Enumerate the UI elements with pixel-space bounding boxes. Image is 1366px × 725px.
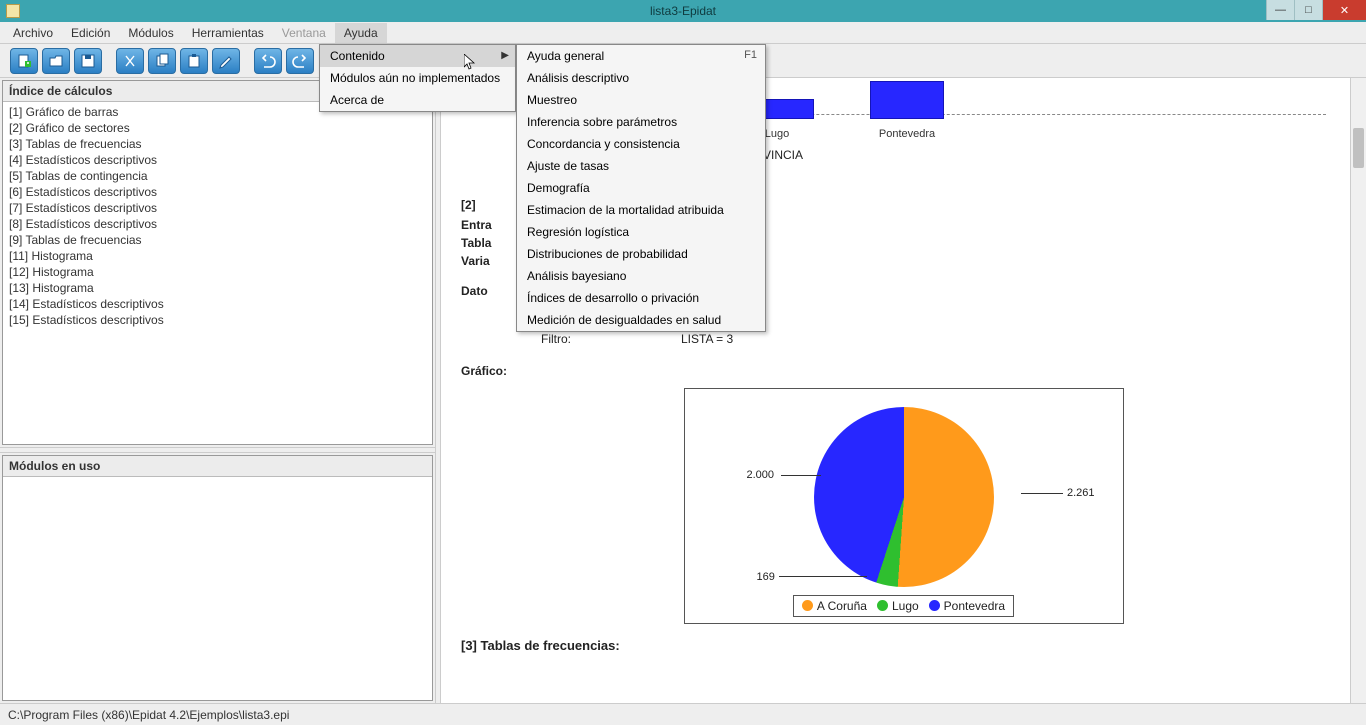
legend-pontevedra: Pontevedra — [929, 599, 1005, 613]
contenido-submenu-item[interactable]: Ayuda generalF1 — [517, 45, 765, 67]
panel-modulos-title: Módulos en uso — [3, 456, 432, 477]
calc-item[interactable]: [11] Histograma — [7, 248, 428, 264]
results-scrollbar[interactable] — [1350, 78, 1366, 703]
menu-archivo[interactable]: Archivo — [4, 23, 62, 43]
pie-chart-frame: 2.261 2.000 169 A Coruña Lugo Pontevedra — [684, 388, 1124, 624]
toolbar-new-icon[interactable] — [10, 48, 38, 74]
title-bar: lista3-Epidat — □ ✕ — [0, 0, 1366, 22]
bar-label-pontevedra: Pontevedra — [879, 128, 935, 140]
calc-list[interactable]: [1] Gráfico de barras[2] Gráfico de sect… — [3, 102, 432, 444]
left-column: Índice de cálculos [1] Gráfico de barras… — [0, 78, 435, 703]
scrollbar-thumb[interactable] — [1353, 128, 1364, 168]
calc-item[interactable]: [12] Histograma — [7, 264, 428, 280]
label-entra: Entra — [461, 216, 492, 234]
pie-callout-pontevedra: 2.000 — [747, 469, 775, 481]
horizontal-splitter[interactable] — [0, 447, 435, 453]
calc-item[interactable]: [14] Estadísticos descriptivos — [7, 296, 428, 312]
modulos-body — [3, 477, 432, 700]
contenido-submenu-item[interactable]: Muestreo — [517, 89, 765, 111]
menu-herramientas[interactable]: Herramientas — [183, 23, 273, 43]
toolbar-open-icon[interactable] — [42, 48, 70, 74]
pie-callout-acoruna: 2.261 — [1067, 487, 1095, 499]
calc-item[interactable]: [4] Estadísticos descriptivos — [7, 152, 428, 168]
help-menu-acerca-de[interactable]: Acerca de — [320, 89, 515, 111]
contenido-submenu-item[interactable]: Inferencia sobre parámetros — [517, 111, 765, 133]
submenu-arrow-icon: ▶ — [501, 50, 509, 61]
maximize-button[interactable]: □ — [1294, 0, 1322, 20]
contenido-submenu-item[interactable]: Concordancia y consistencia — [517, 133, 765, 155]
contenido-submenu-item[interactable]: Análisis descriptivo — [517, 67, 765, 89]
pie-line-bottom — [779, 576, 867, 577]
legend-lugo: Lugo — [877, 599, 919, 613]
calc-item[interactable]: [3] Tablas de frecuencias — [7, 136, 428, 152]
minimize-button[interactable]: — — [1266, 0, 1294, 20]
toolbar-copy-icon[interactable] — [148, 48, 176, 74]
menu-ayuda[interactable]: Ayuda — [335, 23, 387, 43]
contenido-submenu-item[interactable]: Estimacion de la mortalidad atribuida — [517, 199, 765, 221]
bar-pontevedra — [871, 82, 943, 118]
calc-item[interactable]: [6] Estadísticos descriptivos — [7, 184, 428, 200]
contenido-submenu-item[interactable]: Regresión logística — [517, 221, 765, 243]
contenido-submenu-item[interactable]: Distribuciones de probabilidad — [517, 243, 765, 265]
pie-legend: A Coruña Lugo Pontevedra — [793, 595, 1014, 617]
calc-item[interactable]: [7] Estadísticos descriptivos — [7, 200, 428, 216]
menu-modulos[interactable]: Módulos — [119, 23, 182, 43]
menu-bar: Archivo Edición Módulos Herramientas Ven… — [0, 22, 1366, 44]
pie-line-right — [1021, 493, 1063, 494]
contenido-submenu-item[interactable]: Análisis bayesiano — [517, 265, 765, 287]
toolbar-save-icon[interactable] — [74, 48, 102, 74]
calc-item[interactable]: [15] Estadísticos descriptivos — [7, 312, 428, 328]
cursor-icon — [464, 54, 476, 72]
status-bar: C:\Program Files (x86)\Epidat 4.2\Ejempl… — [0, 703, 1366, 725]
contenido-submenu: Ayuda generalF1Análisis descriptivoMuest… — [516, 44, 766, 332]
filter-val: LISTA = 3 — [681, 332, 733, 346]
close-button[interactable]: ✕ — [1322, 0, 1366, 20]
calc-item[interactable]: [13] Histograma — [7, 280, 428, 296]
app-icon — [6, 4, 20, 18]
label-varia: Varia — [461, 252, 490, 270]
toolbar-paste-icon[interactable] — [180, 48, 208, 74]
pie-chart — [814, 407, 994, 587]
window-controls: — □ ✕ — [1266, 0, 1366, 20]
contenido-submenu-item[interactable]: Medición de desigualdades en salud — [517, 309, 765, 331]
calc-item[interactable]: [2] Gráfico de sectores — [7, 120, 428, 136]
help-menu-popup: Contenido ▶ Módulos aún no implementados… — [319, 44, 516, 112]
window-title: lista3-Epidat — [650, 4, 716, 18]
panel-calculos: Índice de cálculos [1] Gráfico de barras… — [2, 80, 433, 445]
contenido-submenu-item[interactable]: Índices de desarrollo o privación — [517, 287, 765, 309]
contenido-submenu-item[interactable]: Demografía — [517, 177, 765, 199]
pie-line-left — [781, 475, 821, 476]
toolbar-redo-icon[interactable] — [286, 48, 314, 74]
panel-modulos: Módulos en uso — [2, 455, 433, 701]
contenido-submenu-item[interactable]: Ajuste de tasas — [517, 155, 765, 177]
section-3-heading: [3] Tablas de frecuencias: — [461, 638, 1346, 653]
toolbar-cut-icon[interactable] — [116, 48, 144, 74]
label-tabla: Tabla — [461, 234, 491, 252]
menu-ventana[interactable]: Ventana — [273, 23, 335, 43]
help-menu-modulos-no-impl[interactable]: Módulos aún no implementados — [320, 67, 515, 89]
calc-item[interactable]: [5] Tablas de contingencia — [7, 168, 428, 184]
grafico-label: Gráfico: — [461, 364, 1346, 378]
filter-key: Filtro: — [541, 332, 671, 346]
status-path: C:\Program Files (x86)\Epidat 4.2\Ejempl… — [8, 708, 289, 722]
calc-item[interactable]: [9] Tablas de frecuencias — [7, 232, 428, 248]
calc-item[interactable]: [8] Estadísticos descriptivos — [7, 216, 428, 232]
menu-edicion[interactable]: Edición — [62, 23, 119, 43]
accel-label: F1 — [744, 49, 757, 61]
help-menu-contenido[interactable]: Contenido ▶ — [320, 45, 515, 67]
toolbar-edit-icon[interactable] — [212, 48, 240, 74]
bar-chart-fragment: Lugo Pontevedra — [721, 78, 1326, 158]
toolbar-undo-icon[interactable] — [254, 48, 282, 74]
pie-callout-lugo: 169 — [757, 571, 775, 583]
bar-label-lugo: Lugo — [765, 128, 789, 140]
legend-acoruna: A Coruña — [802, 599, 867, 613]
